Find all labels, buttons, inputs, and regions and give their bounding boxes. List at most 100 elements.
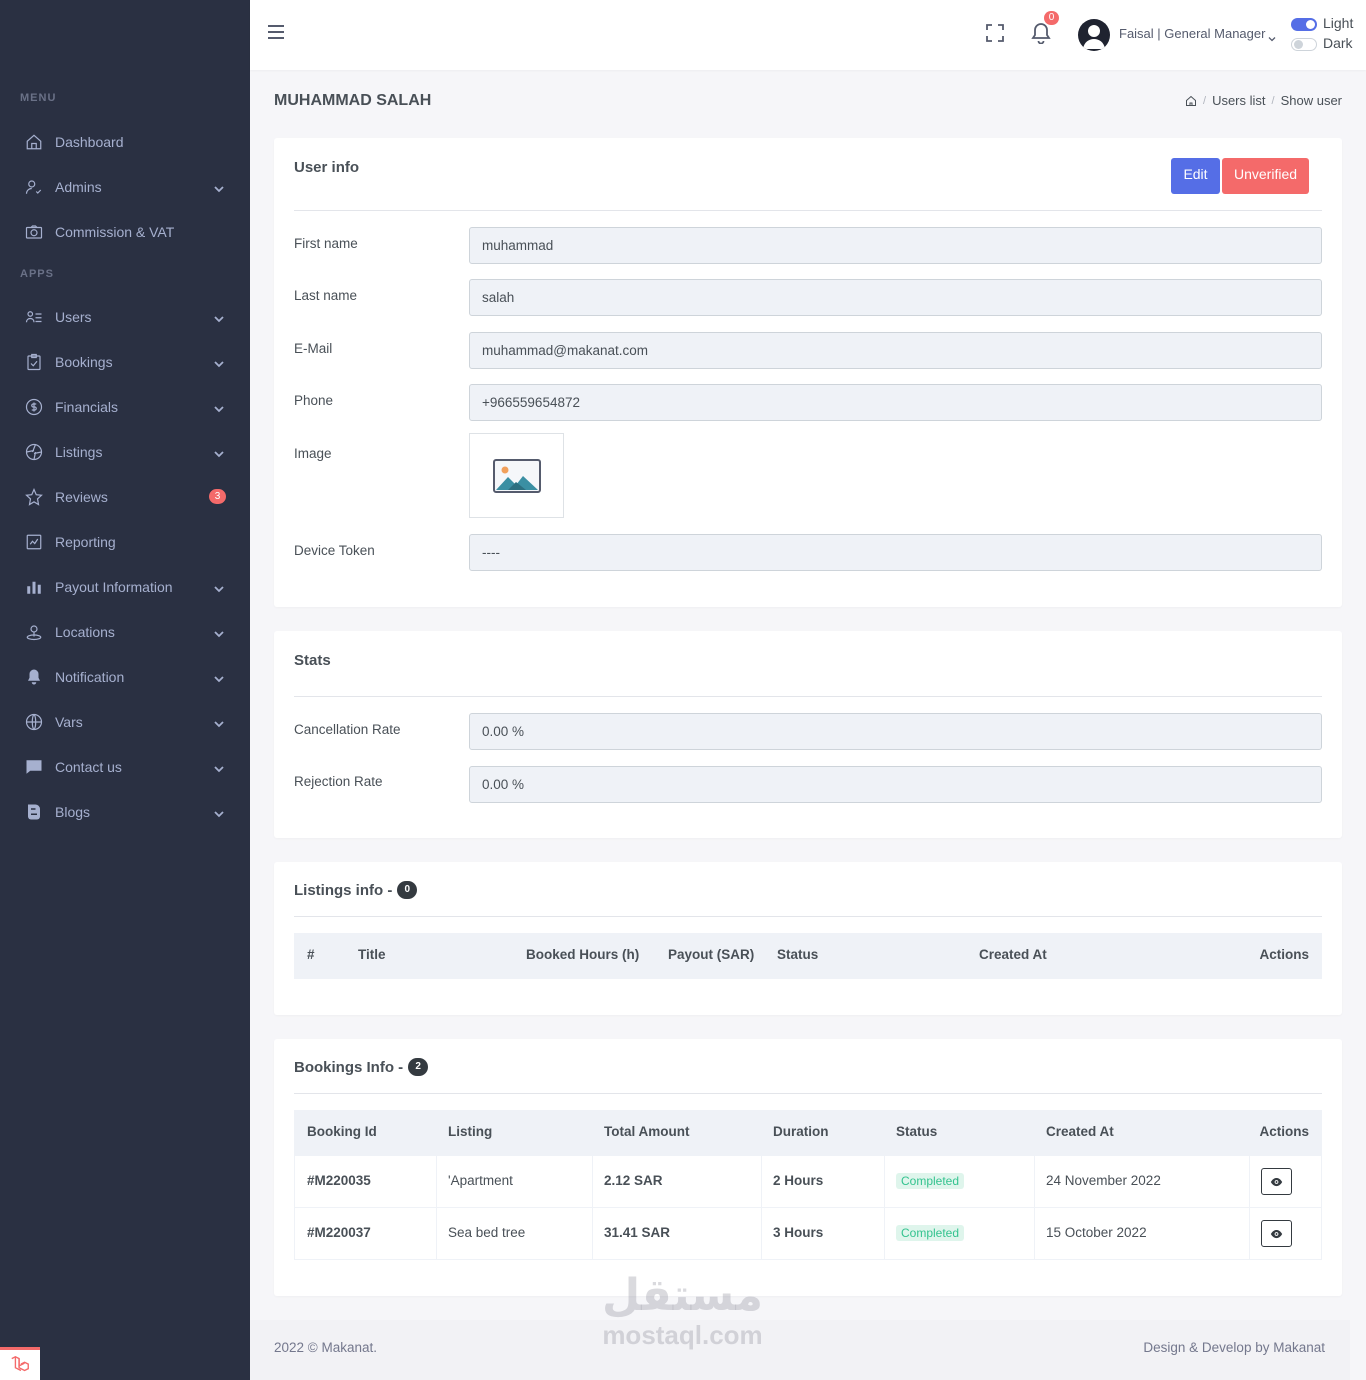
column-header: Payout (SAR) bbox=[668, 947, 755, 962]
sidebar-item-commission-vat[interactable]: Commission & VAT bbox=[0, 212, 250, 252]
footer: 2022 © Makanat. Design & Develop by Maka… bbox=[250, 1320, 1350, 1380]
sidebar-item-listings[interactable]: Listings bbox=[0, 432, 250, 472]
notification-bell-icon[interactable] bbox=[1031, 22, 1051, 45]
status-badge: Completed bbox=[896, 1173, 965, 1189]
phone-field: +966559654872 bbox=[469, 384, 1322, 421]
light-theme-label: Light bbox=[1323, 15, 1354, 31]
sidebar-item-locations[interactable]: Locations bbox=[0, 612, 250, 652]
blog-icon bbox=[25, 803, 43, 821]
sidebar-item-label: Commission & VAT bbox=[55, 224, 175, 240]
column-header: Actions bbox=[1259, 947, 1309, 962]
breadcrumb-show-user: Show user bbox=[1280, 93, 1342, 108]
page-title: MUHAMMAD SALAH bbox=[274, 92, 432, 109]
bookings-info-card: Bookings Info - 2 Booking Id Listing Tot… bbox=[274, 1039, 1342, 1296]
sidebar-item-label: Blogs bbox=[55, 804, 91, 820]
booking-listing: 'Apartment bbox=[448, 1173, 513, 1188]
listings-info-title-text: Listings info - bbox=[294, 881, 393, 899]
listings-info-title: Listings info - 0 bbox=[294, 881, 418, 899]
edit-button[interactable]: Edit bbox=[1171, 158, 1220, 194]
user-image[interactable] bbox=[469, 433, 564, 518]
sidebar-item-vars[interactable]: Vars bbox=[0, 702, 250, 742]
bookings-info-title-text: Bookings Info - bbox=[294, 1058, 404, 1076]
user-info-title: User info bbox=[294, 159, 360, 176]
bookings-count-badge: 2 bbox=[408, 1058, 429, 1076]
view-booking-button[interactable] bbox=[1261, 1220, 1292, 1247]
sidebar-item-notification[interactable]: Notification bbox=[0, 657, 250, 697]
sidebar-item-dashboard[interactable]: Dashboard bbox=[0, 122, 250, 162]
chevron-down-icon bbox=[214, 761, 224, 773]
phone-label: Phone bbox=[294, 393, 334, 408]
sidebar-item-financials[interactable]: Financials bbox=[0, 387, 250, 427]
laravel-logo-icon[interactable] bbox=[0, 1347, 40, 1380]
column-header: Booking Id bbox=[307, 1124, 377, 1139]
light-theme-toggle[interactable] bbox=[1291, 18, 1317, 31]
chart-line-icon bbox=[25, 533, 43, 551]
stats-title: Stats bbox=[294, 652, 331, 669]
menu-section-title: MENU bbox=[20, 92, 57, 104]
eye-icon bbox=[1270, 1229, 1283, 1238]
home-icon[interactable] bbox=[1185, 95, 1197, 107]
menu-toggle-icon[interactable] bbox=[268, 25, 284, 41]
first-name-field: muhammad bbox=[469, 227, 1322, 264]
rejection-rate-label: Rejection Rate bbox=[294, 774, 383, 789]
footer-copyright: 2022 © Makanat. bbox=[274, 1340, 378, 1355]
image-placeholder-icon bbox=[492, 458, 541, 493]
sidebar-item-admins[interactable]: Admins bbox=[0, 167, 250, 207]
chevron-down-icon bbox=[214, 356, 224, 368]
dark-theme-toggle[interactable] bbox=[1291, 38, 1317, 51]
sidebar-item-label: Vars bbox=[55, 714, 83, 730]
home-icon bbox=[25, 133, 43, 151]
sidebar-item-label: Financials bbox=[55, 399, 119, 415]
sidebar-item-label: Users bbox=[55, 309, 92, 325]
sidebar-item-reporting[interactable]: Reporting bbox=[0, 522, 250, 562]
sidebar-item-blogs[interactable]: Blogs bbox=[0, 792, 250, 832]
user-menu[interactable]: Faisal | General Manager bbox=[1119, 26, 1265, 41]
sidebar-item-label: Locations bbox=[55, 624, 115, 640]
device-token-field: ---- bbox=[469, 534, 1322, 571]
chevron-down-icon bbox=[214, 311, 224, 323]
booking-listing: Sea bed tree bbox=[448, 1225, 526, 1240]
breadcrumb-users-list[interactable]: Users list bbox=[1212, 93, 1265, 108]
fullscreen-icon[interactable] bbox=[986, 24, 1004, 42]
sidebar-item-label: Payout Information bbox=[55, 579, 173, 595]
chevron-down-icon bbox=[214, 671, 224, 683]
message-icon bbox=[25, 758, 43, 776]
column-header: Duration bbox=[773, 1124, 829, 1139]
column-header: Total Amount bbox=[604, 1124, 690, 1139]
sidebar-item-bookings[interactable]: Bookings bbox=[0, 342, 250, 382]
sidebar-item-label: Notification bbox=[55, 669, 125, 685]
last-name-field: salah bbox=[469, 279, 1322, 316]
star-icon bbox=[25, 488, 43, 506]
chevron-down-icon bbox=[214, 581, 224, 593]
chevron-down-icon bbox=[214, 716, 224, 728]
column-header: Status bbox=[777, 947, 819, 962]
sidebar-item-payout-information[interactable]: Payout Information bbox=[0, 567, 250, 607]
sidebar-item-users[interactable]: Users bbox=[0, 297, 250, 337]
column-header: Actions bbox=[1259, 1124, 1309, 1139]
listings-table-header: # Title Booked Hours (h) Payout (SAR) St… bbox=[294, 933, 1322, 979]
unverified-button[interactable]: Unverified bbox=[1222, 158, 1309, 194]
column-header: # bbox=[307, 947, 315, 962]
device-token-label: Device Token bbox=[294, 543, 375, 558]
sidebar-item-contact-us[interactable]: Contact us bbox=[0, 747, 250, 787]
listings-count-badge: 0 bbox=[397, 881, 418, 899]
table-row: #M220037 Sea bed tree 31.41 SAR 3 Hours … bbox=[294, 1208, 1322, 1260]
dark-theme-label: Dark bbox=[1323, 35, 1353, 51]
view-booking-button[interactable] bbox=[1261, 1168, 1292, 1195]
booking-created-at: 24 November 2022 bbox=[1046, 1173, 1161, 1188]
bookings-info-title: Bookings Info - 2 bbox=[294, 1058, 429, 1076]
chevron-down-icon bbox=[1268, 30, 1276, 42]
sidebar-item-label: Bookings bbox=[55, 354, 113, 370]
booking-id: #M220037 bbox=[307, 1225, 371, 1240]
bookings-table-header: Booking Id Listing Total Amount Duration… bbox=[294, 1110, 1322, 1156]
sidebar-item-label: Contact us bbox=[55, 759, 122, 775]
user-check-icon bbox=[25, 178, 43, 196]
avatar[interactable] bbox=[1078, 19, 1110, 51]
sidebar-item-label: Admins bbox=[55, 179, 102, 195]
user-info-card: User info Edit Unverified First name muh… bbox=[274, 138, 1342, 607]
sidebar-item-reviews[interactable]: Reviews 3 bbox=[0, 477, 250, 517]
dollar-circle-icon bbox=[25, 398, 43, 416]
email-label: E-Mail bbox=[294, 341, 333, 356]
eye-icon bbox=[1270, 1177, 1283, 1186]
booking-duration: 2 Hours bbox=[773, 1173, 824, 1188]
